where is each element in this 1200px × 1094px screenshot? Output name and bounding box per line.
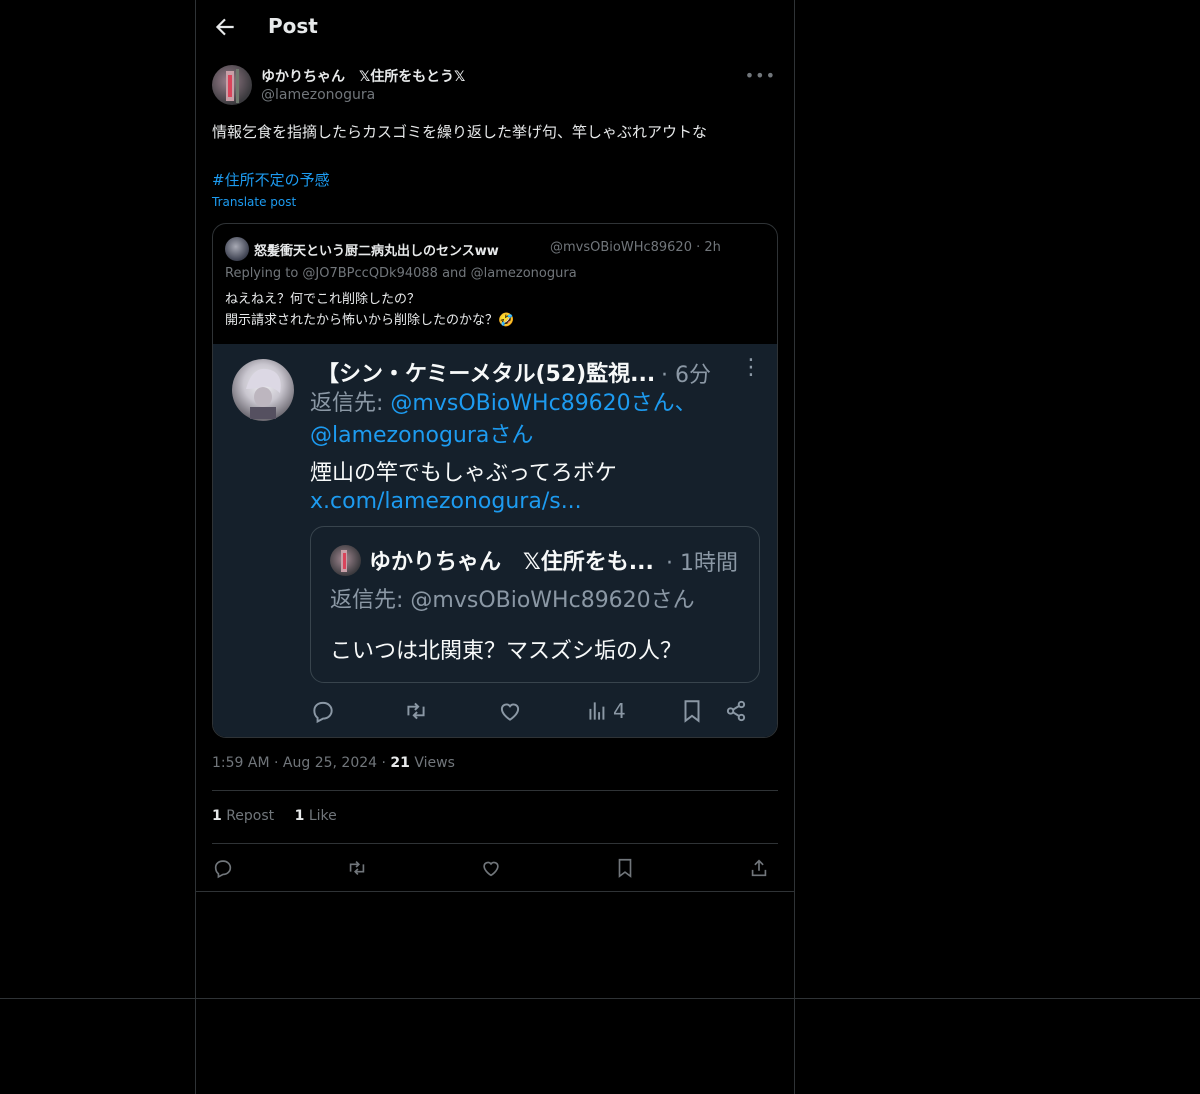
- inner-reply-to: 返信先: @mvsOBioWHc89620さん: [330, 588, 695, 613]
- post-text: 情報乞食を指摘したらカスゴミを繰り返した挙げ句、竿しゃぶれアウトな: [212, 123, 708, 141]
- likes-label: Like: [308, 808, 337, 824]
- avatar-image: [341, 550, 347, 572]
- reply-icon: [313, 701, 333, 724]
- like-icon: [483, 861, 499, 877]
- author-avatar[interactable]: [212, 65, 252, 105]
- bookmark-icon: [618, 858, 632, 878]
- inner-avatar: [330, 545, 361, 576]
- screenshot-action-bar: 4: [213, 694, 777, 728]
- main-column: Post ゆかりちゃん 𝕏住所をもとう𝕏 @lamezonogura ••• 情…: [195, 0, 795, 1094]
- quoted-line-2: 開示請求されたから怖いから削除したのかな？🤣: [225, 313, 515, 328]
- quoted-line-1: ねえねえ？何でこれ削除したの？: [225, 292, 421, 307]
- quoted-post-header: 怒髪衝天という厨二病丸出しのセンスww @mvsOBioWHc89620 · 2…: [225, 236, 765, 262]
- screenshot-reply-to: 返信先: @mvsOBioWHc89620さん、 @lamezonoguraさん: [310, 388, 697, 452]
- more-icon: •••: [744, 66, 776, 85]
- screenshot-author-name: 【シン・ケミーメタル(52)監視...: [317, 362, 656, 387]
- screenshot-reply-link-2: @lamezonoguraさん: [310, 423, 534, 448]
- inner-author-name: ゆかりちゃん 𝕏住所をも...: [369, 550, 654, 575]
- reply-button[interactable]: [212, 857, 234, 879]
- post-stats: 1 Repost 1 Like: [212, 808, 353, 824]
- screenshot-inner-quote: ゆかりちゃん 𝕏住所をも... · 1時間 返信先: @mvsOBioWHc89…: [310, 526, 760, 683]
- screenshot-avatar: [232, 359, 294, 421]
- share-icon: [726, 700, 746, 722]
- repost-button[interactable]: [346, 857, 368, 879]
- avatar-image: [246, 368, 281, 419]
- attached-screenshot[interactable]: 【シン・ケミーメタル(52)監視... · 6分 ⋮ 返信先: @mvsOBio…: [213, 344, 777, 737]
- quoted-post[interactable]: 怒髪衝天という厨二病丸出しのセンスww @mvsOBioWHc89620 · 2…: [212, 223, 778, 738]
- screenshot-reply-icon: [310, 698, 336, 724]
- like-button[interactable]: [480, 857, 502, 879]
- more-options-button[interactable]: •••: [745, 66, 776, 85]
- quoted-post-text: ねえねえ？何でこれ削除したの？ 開示請求されたから怖いから削除したのかな？🤣: [225, 289, 514, 331]
- reposts-stat[interactable]: 1 Repost: [212, 808, 274, 824]
- quoted-author-name[interactable]: 怒髪衝天という厨二病丸出しのセンスww: [254, 240, 499, 259]
- screenshot-like-icon: [497, 698, 523, 724]
- divider: [196, 891, 794, 892]
- repost-icon: [349, 860, 365, 876]
- views-label: Views: [414, 755, 455, 771]
- back-arrow-icon: [215, 18, 234, 36]
- screenshot-views-icon: [585, 698, 611, 724]
- screenshot-views-count: 4: [613, 699, 626, 723]
- post-author: ゆかりちゃん 𝕏住所をもとう𝕏 @lamezonogura •••: [212, 64, 778, 108]
- screenshot-more-icon: ⋮: [740, 355, 762, 380]
- quoted-replying-to: Replying to @JO7BPccQDk94088 and @lamezo…: [225, 266, 577, 281]
- quoted-author-avatar[interactable]: [225, 237, 249, 261]
- translate-post-link[interactable]: Translate post: [212, 195, 296, 209]
- screenshot-time: · 6分: [661, 363, 711, 388]
- author-handle[interactable]: @lamezonogura: [261, 87, 375, 103]
- likes-stat[interactable]: 1 Like: [295, 808, 337, 824]
- post-date[interactable]: Aug 25, 2024: [283, 755, 377, 771]
- upload-share-icon: [751, 859, 767, 877]
- bookmark-button[interactable]: [614, 857, 636, 879]
- post-time[interactable]: 1:59 AM: [212, 755, 270, 771]
- post-action-bar: [212, 853, 778, 883]
- author-name[interactable]: ゆかりちゃん 𝕏住所をもとう𝕏: [261, 66, 465, 86]
- screenshot-text: 煙山の竿でもしゃぶってろボケ: [310, 461, 617, 486]
- screenshot-bookmark-icon: [679, 698, 705, 724]
- like-icon: [500, 703, 520, 721]
- top-bar: Post: [196, 0, 794, 54]
- back-button[interactable]: [212, 14, 238, 40]
- hashtag-link[interactable]: #住所不定の予感: [212, 169, 330, 190]
- views-count: 21: [390, 755, 410, 771]
- inner-time: · 1時間: [666, 551, 738, 576]
- bookmark-icon: [684, 700, 700, 723]
- screenshot-reply-prefix: 返信先:: [310, 391, 391, 416]
- divider: [212, 843, 778, 844]
- views-icon: [589, 702, 605, 720]
- screenshot-reply-link-1: @mvsOBioWHc89620さん、: [390, 391, 697, 416]
- post-timestamp: 1:59 AM · Aug 25, 2024 · 21 Views: [212, 755, 455, 771]
- page-divider: [0, 998, 1200, 999]
- avatar-image: [226, 69, 239, 103]
- reposts-count: 1: [212, 808, 222, 824]
- divider: [212, 790, 778, 791]
- reply-icon: [214, 860, 232, 879]
- quoted-author-meta: @mvsOBioWHc89620 · 2h: [550, 240, 721, 255]
- screenshot-repost-icon: [403, 698, 429, 724]
- page-title: Post: [268, 14, 318, 38]
- inner-text: こいつは北関東？マスズシ垢の人？: [330, 639, 683, 664]
- share-button[interactable]: [748, 857, 770, 879]
- reposts-label: Repost: [226, 808, 275, 824]
- screenshot-share-icon: [723, 698, 749, 724]
- likes-count: 1: [294, 808, 305, 824]
- repost-icon: [407, 702, 425, 720]
- screenshot-link: x.com/lamezonogura/s...: [310, 489, 582, 514]
